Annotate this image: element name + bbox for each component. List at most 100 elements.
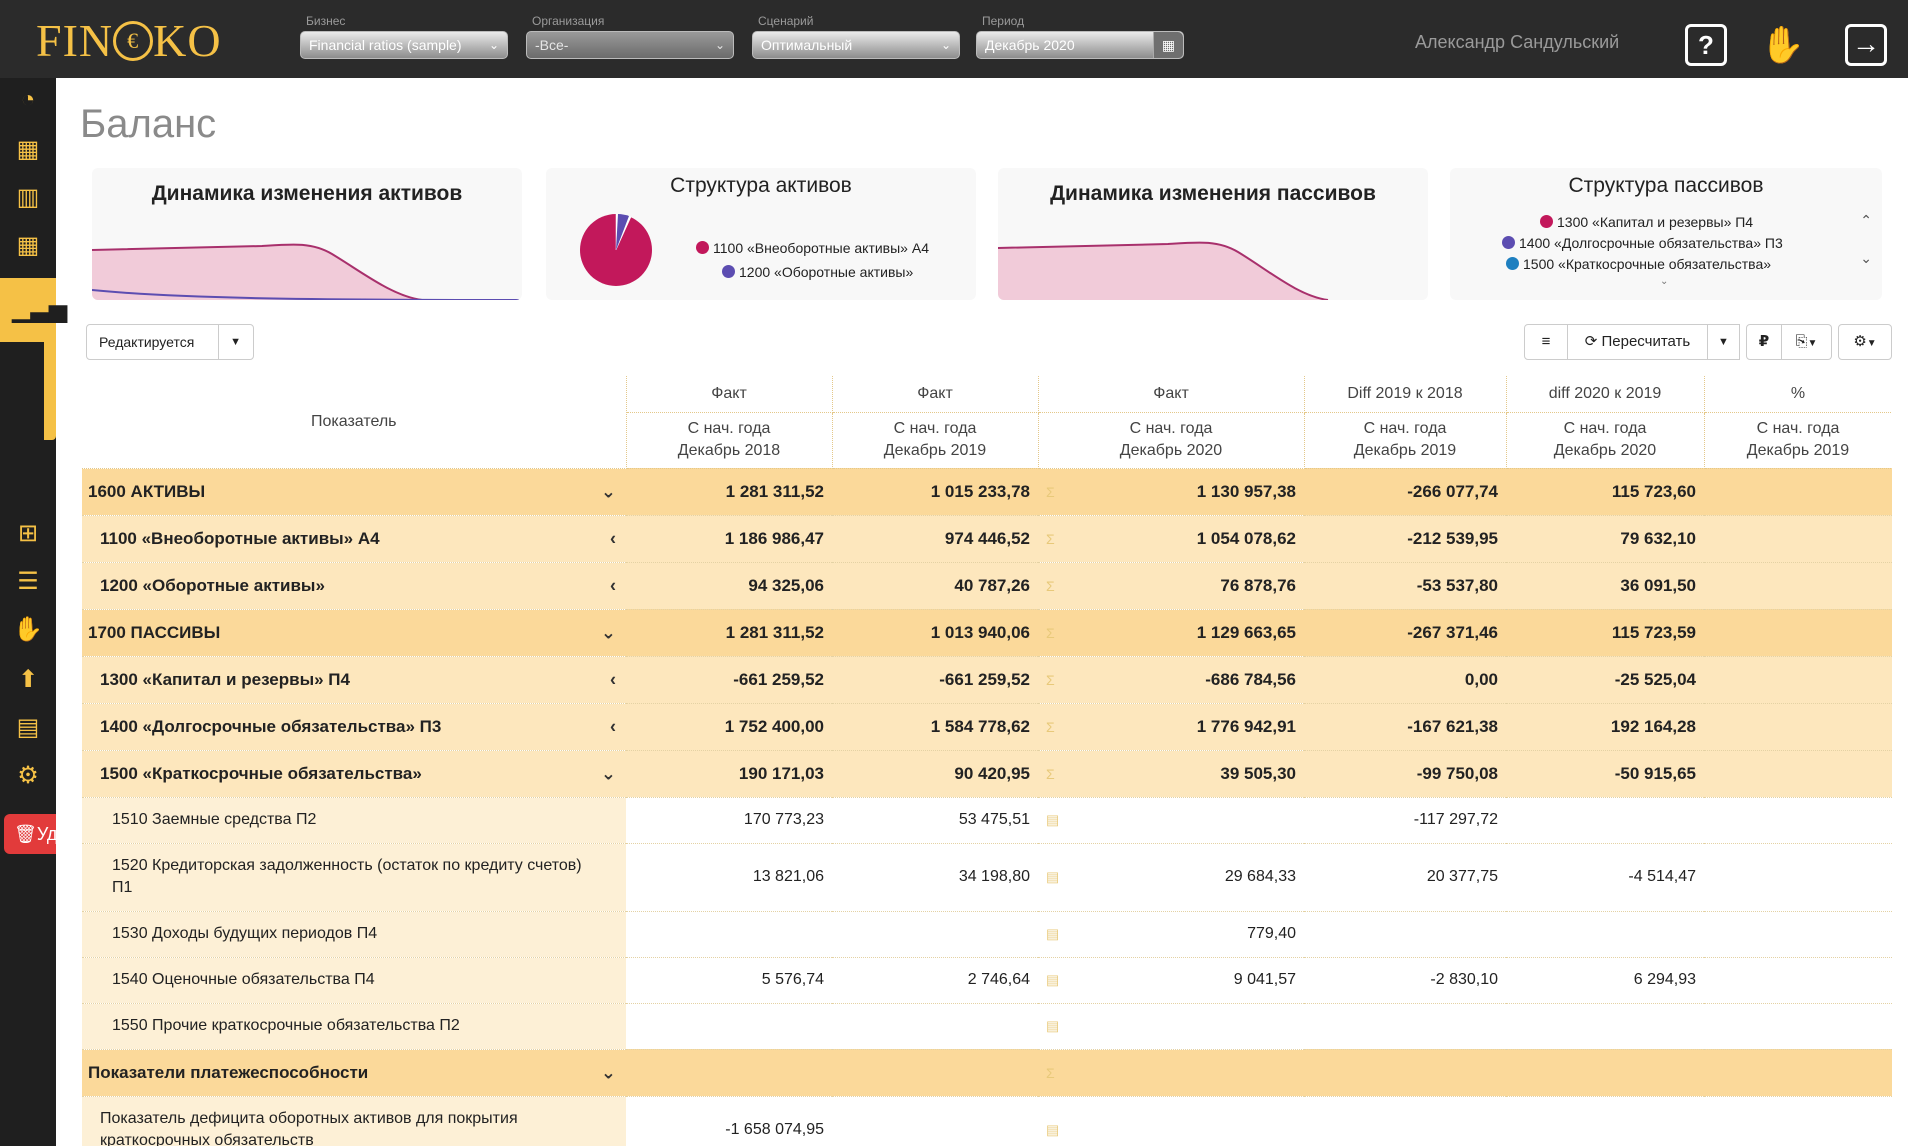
table-cell[interactable]: Σ 1 054 078,62	[1038, 515, 1304, 563]
table-cell[interactable]	[1506, 1049, 1704, 1097]
table-cell[interactable]: ▤ 779,40	[1038, 911, 1304, 958]
recalculate-dropdown-caret-icon[interactable]: ▼	[1708, 324, 1740, 360]
table-cell[interactable]: Σ 1 129 663,65	[1038, 609, 1304, 657]
table-cell[interactable]: 13 821,06	[626, 843, 832, 912]
period-input[interactable]: Декабрь 2020 ▦	[976, 31, 1184, 59]
table-cell[interactable]: -53 537,80	[1304, 562, 1506, 610]
status-dropdown[interactable]: Редактируется ▼	[86, 324, 254, 360]
table-icon[interactable]: ▤	[12, 712, 44, 744]
table-cell[interactable]	[1704, 468, 1892, 516]
chevron-down-icon[interactable]: ⌄	[601, 481, 616, 502]
user-name[interactable]: Александр Сандульский	[1415, 32, 1619, 53]
table-cell[interactable]: 34 198,80	[832, 843, 1038, 912]
table-cell[interactable]: -99 750,08	[1304, 750, 1506, 798]
chevron-left-icon[interactable]: ‹	[610, 716, 616, 737]
table-cell[interactable]	[1704, 515, 1892, 563]
table-cell[interactable]: 1 752 400,00	[626, 703, 832, 751]
table-cell[interactable]: 79 632,10	[1506, 515, 1704, 563]
table-group-row[interactable]: 1500 «Краткосрочные обязательства» ⌄ 190 1…	[82, 750, 1892, 798]
table-cell[interactable]	[626, 911, 832, 958]
assets-dynamics-card[interactable]: Динамика изменения активов	[92, 168, 522, 300]
table-cell[interactable]: -25 525,04	[1506, 656, 1704, 704]
table-cell[interactable]	[1506, 1096, 1704, 1146]
table-cell[interactable]	[1704, 656, 1892, 704]
table-cell[interactable]: 115 723,60	[1506, 468, 1704, 516]
assets-structure-card[interactable]: Структура активов 1100 «Внеоборотные акт…	[546, 168, 976, 300]
table-cell[interactable]: 40 787,26	[832, 562, 1038, 610]
table-cell[interactable]: ▤ 29 684,33	[1038, 843, 1304, 912]
money-grid-icon[interactable]: ▦	[12, 134, 44, 166]
building-icon[interactable]: ▥	[12, 182, 44, 214]
table-cell[interactable]: -117 297,72	[1304, 797, 1506, 844]
table-cell[interactable]: -2 830,10	[1304, 957, 1506, 1004]
chevron-down-icon[interactable]: ⌄	[1860, 250, 1872, 267]
chevron-left-icon[interactable]: ‹	[610, 575, 616, 596]
table-group-row[interactable]: Показатели платежеспособности ⌄ Σ	[82, 1049, 1892, 1097]
scenario-select[interactable]: Оптимальный ⌄	[752, 31, 960, 59]
calendar-icon[interactable]: ▦	[1153, 32, 1183, 58]
table-cell[interactable]: 36 091,50	[1506, 562, 1704, 610]
table-cell[interactable]	[1704, 843, 1892, 912]
liabilities-structure-card[interactable]: Структура пассивов 1300 «Капитал и резер…	[1450, 168, 1882, 300]
table-cell[interactable]: 192 164,28	[1506, 703, 1704, 751]
table-cell[interactable]: Σ -686 784,56	[1038, 656, 1304, 704]
hand-icon[interactable]: ✋	[1760, 24, 1805, 66]
table-cell[interactable]: -1 658 074,95	[626, 1096, 832, 1146]
table-cell[interactable]	[1704, 562, 1892, 610]
business-select[interactable]: Financial ratios (sample) ⌄	[300, 31, 508, 59]
liabilities-dynamics-card[interactable]: Динамика изменения пассивов	[998, 168, 1428, 300]
settings-gear-icon[interactable]: ⚙▼	[1838, 324, 1892, 360]
header-indicator[interactable]: Показатель	[82, 376, 627, 469]
table-cell[interactable]: -50 915,65	[1506, 750, 1704, 798]
table-group-row[interactable]: 1100 «Внеоборотные активы» А4 ‹ 1 186 986,…	[82, 515, 1892, 563]
table-cell[interactable]	[1506, 911, 1704, 958]
chevron-left-icon[interactable]: ‹	[610, 669, 616, 690]
table-cell[interactable]: 0,00	[1304, 656, 1506, 704]
table-cell[interactable]	[1704, 797, 1892, 844]
table-cell[interactable]	[1304, 1049, 1506, 1097]
table-cell[interactable]	[1704, 1096, 1892, 1146]
table-cell[interactable]: 90 420,95	[832, 750, 1038, 798]
table-cell[interactable]: 5 576,74	[626, 957, 832, 1004]
table-cell[interactable]: -661 259,52	[626, 656, 832, 704]
table-cell[interactable]	[1704, 911, 1892, 958]
upload-icon[interactable]: ⬆	[12, 664, 44, 696]
sidebar-item-balance-active[interactable]: ▁▃▅	[0, 278, 67, 342]
table-row[interactable]: 1520 Кредиторская задолженность (остаток…	[82, 843, 1892, 912]
table-cell[interactable]	[1506, 1003, 1704, 1050]
chevron-left-icon[interactable]: ‹	[610, 528, 616, 549]
table-cell[interactable]: 115 723,59	[1506, 609, 1704, 657]
table-cell[interactable]: Σ	[1038, 1049, 1304, 1097]
table-cell[interactable]	[1704, 957, 1892, 1004]
dashboard-icon[interactable]: ◔	[12, 84, 44, 116]
table-cell[interactable]: -266 077,74	[1304, 468, 1506, 516]
table-cell[interactable]: ▤	[1038, 797, 1304, 844]
table-cell[interactable]: -267 371,46	[1304, 609, 1506, 657]
table-cell[interactable]: Σ 1 776 942,91	[1038, 703, 1304, 751]
recalculate-button[interactable]: ⟳ Пересчитать	[1568, 324, 1708, 360]
table-cell[interactable]	[1704, 1003, 1892, 1050]
table-cell[interactable]: 1 015 233,78	[832, 468, 1038, 516]
table-cell[interactable]: Σ 76 878,76	[1038, 562, 1304, 610]
table-cell[interactable]	[1304, 1096, 1506, 1146]
table-cell[interactable]: 53 475,51	[832, 797, 1038, 844]
chevron-down-icon[interactable]: ⌄	[601, 622, 616, 643]
logo[interactable]: FIN € KO	[36, 14, 222, 67]
table-row[interactable]: 1530 Доходы будущих периодов П4 ▤ 779,40	[82, 911, 1892, 958]
table-cell[interactable]: 1 584 778,62	[832, 703, 1038, 751]
table-cell[interactable]	[626, 1003, 832, 1050]
table-group-row[interactable]: 1400 «Долгосрочные обязательства» П3 ‹ 1 7…	[82, 703, 1892, 751]
exit-icon[interactable]: →	[1845, 24, 1887, 66]
table-cell[interactable]	[1704, 1049, 1892, 1097]
help-icon[interactable]: ?	[1685, 24, 1727, 66]
legend-more-chevron-icon[interactable]: ⌄	[1660, 276, 1668, 287]
table-cell[interactable]: ▤ 9 041,57	[1038, 957, 1304, 1004]
table-group-row[interactable]: 1300 «Капитал и резервы» П4 ‹ -661 259,52-…	[82, 656, 1892, 704]
chevron-down-icon[interactable]: ⌄	[601, 763, 616, 784]
table-cell[interactable]: Σ 39 505,30	[1038, 750, 1304, 798]
table-cell[interactable]	[1704, 703, 1892, 751]
table-group-row[interactable]: 1200 «Оборотные активы» ‹ 94 325,06 40 787,…	[82, 562, 1892, 610]
table-cell[interactable]	[1304, 911, 1506, 958]
table-cell[interactable]	[1704, 609, 1892, 657]
table-cell[interactable]: 94 325,06	[626, 562, 832, 610]
